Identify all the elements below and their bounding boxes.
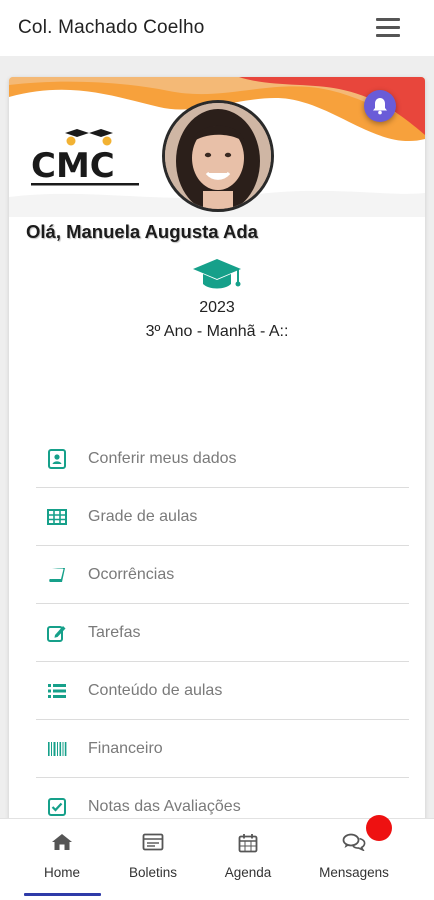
nav-label: Agenda [224,865,272,880]
nav-agenda[interactable]: Agenda [203,819,293,897]
report-icon [142,833,164,851]
messages-notification-badge [366,815,392,841]
nav-boletins[interactable]: Boletins [108,819,198,897]
active-tab-indicator [24,893,101,896]
menu-item-ocorrencias[interactable]: Ocorrências [36,546,409,604]
menu-item-grade-aulas[interactable]: Grade de aulas [36,488,409,546]
nav-home[interactable]: Home [17,819,107,897]
school-logo: CMC [31,129,139,186]
nav-label: Boletins [128,865,178,880]
notifications-bell-button[interactable] [364,90,396,122]
menu-item-label: Financeiro [88,739,163,757]
table-grid-icon [47,507,67,527]
menu-item-label: Conferir meus dados [88,449,237,467]
calendar-icon [238,834,258,853]
bell-icon [373,98,387,115]
menu-item-label: Notas das Avaliações [88,798,241,815]
menu-list: Conferir meus dados Grade de aulas Ocorr… [36,430,409,836]
book-icon [47,565,67,585]
hamburger-menu-icon[interactable] [376,18,400,38]
menu-item-label: Tarefas [88,623,141,641]
menu-item-financeiro[interactable]: Financeiro [36,720,409,778]
chat-icon [342,833,366,851]
school-year: 2023 [199,299,235,316]
menu-item-label: Ocorrências [88,565,175,583]
menu-item-conferir-dados[interactable]: Conferir meus dados [36,430,409,488]
menu-item-label: Grade de aulas [88,507,198,525]
app-title: Col. Machado Coelho [18,17,205,38]
student-avatar [162,100,274,212]
menu-item-label: Conteúdo de aulas [88,681,223,699]
nav-label: Home [43,865,80,880]
top-app-bar: Col. Machado Coelho [0,0,434,56]
menu-item-conteudo-aulas[interactable]: Conteúdo de aulas [36,662,409,720]
avatar-portrait [165,103,271,209]
check-square-icon [47,797,67,817]
profile-card: CMC Olá, Manuela Augusta Ada 2023 3º Ano… [9,77,425,837]
class-info: 3º Ano - Manhã - A:: [145,323,289,340]
greeting-text: Olá, Manuela Augusta Ada [26,221,258,242]
edit-square-icon [47,623,67,643]
home-icon [52,834,72,850]
menu-item-tarefas[interactable]: Tarefas [36,604,409,662]
logo-text: CMC [31,146,115,186]
graduation-cap-icon [193,259,241,289]
barcode-icon [47,739,67,759]
list-icon [47,681,67,701]
nav-label: Mensagens [319,865,389,880]
contact-card-icon [47,448,67,469]
